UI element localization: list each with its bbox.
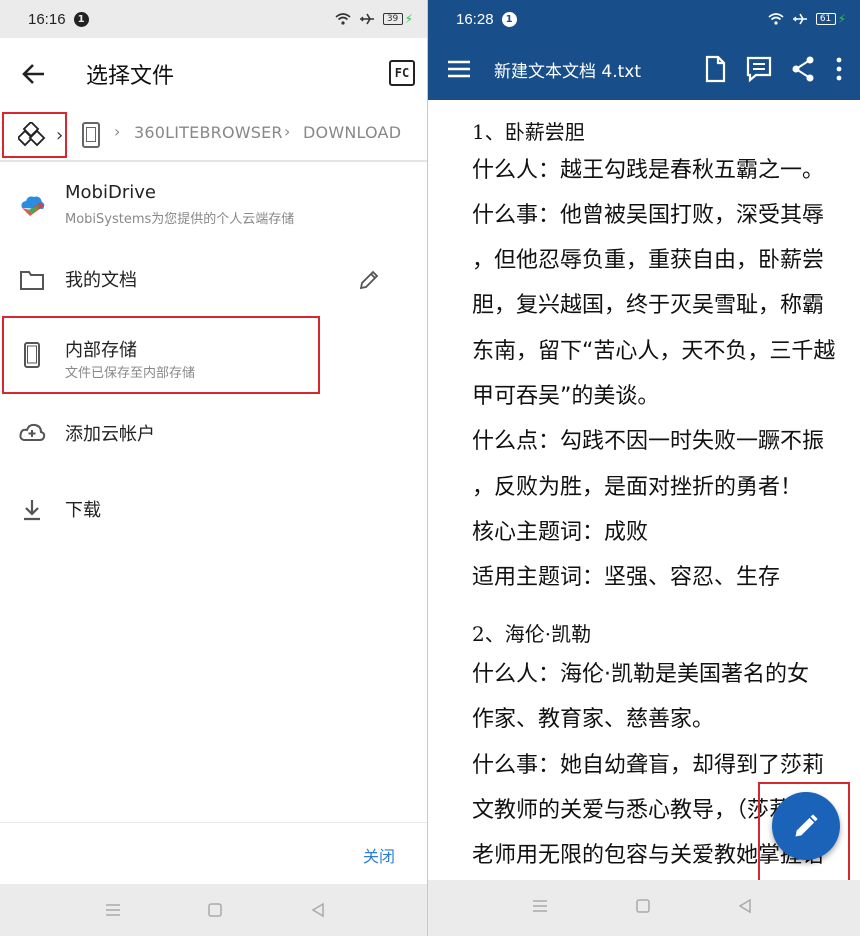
charging-icon: ⚡ [837,12,846,26]
doc-line: 1、卧薪尝胆 [472,120,585,144]
breadcrumb: › › 360LITEBROWSER › DOWNLOAD [0,110,427,162]
doc-line: 适用主题词：坚强、容忍、生存 [472,565,781,590]
back-nav-icon[interactable] [736,897,754,915]
close-button[interactable]: 关闭 [363,843,395,867]
status-icons: 39 ⚡ [335,12,413,26]
list-item-my-documents[interactable]: 我的文档 [0,244,427,314]
doc-line: 东南，留下“苦心人，天不负，三千越 [472,339,836,364]
document-title: 新建文本文档 4.txt [494,62,642,82]
notification-badge: 1 [73,11,89,27]
screenshot-pair: 16:16 1 39 ⚡ 选择文件 FC › › 360LITEBROWSER … [0,0,860,936]
system-nav-bar [428,880,860,936]
list-item-title: 下载 [65,500,101,521]
document-content: 1、卧薪尝胆 什么人：越王勾践是春秋五霸之一。 什么事：他曾被吴国打败，深受其辱… [428,100,860,880]
menu-nav-icon[interactable] [531,897,549,915]
chevron-right-icon: › [284,122,291,141]
menu-nav-icon[interactable] [104,901,122,919]
list-item-add-cloud-account[interactable]: 添加云帐户 [0,398,427,468]
status-bar: 16:16 1 39 ⚡ [0,0,427,38]
list-item-internal-storage[interactable]: 内部存储 文件已保存至内部存储 [0,320,427,390]
list-item-title: 我的文档 [65,270,137,291]
airplane-icon [792,13,807,25]
root-cubes-icon [18,122,46,147]
more-options-icon[interactable] [832,54,846,84]
airplane-icon [359,13,374,25]
list-item-title: 内部存储 [65,340,137,361]
list-item-subtitle: 文件已保存至内部存储 [65,366,196,381]
system-nav-bar [0,884,427,936]
notes-icon[interactable] [744,54,774,84]
notification-badge: 1 [501,11,517,27]
app-bar: 选择文件 FC [0,38,427,108]
doc-line: 什么事：她自幼聋盲，却得到了莎莉 [472,753,825,778]
toolbar-actions [700,54,846,84]
app-bar: 新建文本文档 4.txt [428,38,860,100]
doc-line: 什么人：越王勾践是春秋五霸之一。 [472,158,825,183]
list-item-title: MobiDrive [65,182,156,203]
doc-line: 甲可吞吴”的美谈。 [472,384,660,409]
battery-icon: 39 [382,13,403,25]
doc-line: 什么人：海伦·凯勒是美国著名的女 [472,662,809,687]
page-title: 选择文件 [86,64,175,89]
cloud-icon [21,196,45,216]
breadcrumb-item[interactable]: DOWNLOAD [303,123,401,142]
wifi-icon [335,13,351,25]
share-icon[interactable] [788,54,818,84]
text-viewer-screen: 16:28 1 61 ⚡ 新建文本文档 4.txt 1、卧薪尝胆 什么人：越王勾… [428,0,860,936]
back-arrow-icon[interactable] [18,58,50,90]
home-nav-icon[interactable] [206,901,224,919]
status-bar: 16:28 1 61 ⚡ [428,0,860,38]
doc-line: 胆，复兴越国，终于灭吴雪耻，称霸 [472,293,825,318]
doc-line: 什么点：勾践不因一时失败一蹶不振 [472,429,825,454]
highlight-box [758,782,850,882]
hamburger-menu-icon[interactable] [446,56,472,82]
doc-line: 作家、教育家、慈善家。 [472,707,715,732]
list-item-title: 添加云帐户 [65,424,155,445]
file-commander-icon[interactable]: FC [389,60,415,86]
chevron-right-icon: › [56,125,64,146]
status-time: 16:16 [28,10,66,28]
list-item-downloads[interactable]: 下载 [0,476,427,546]
chevron-right-icon: › [114,122,121,141]
back-nav-icon[interactable] [309,901,327,919]
phone-icon [24,342,40,368]
edit-pencil-icon[interactable] [357,268,381,292]
cloud-add-icon [19,423,46,441]
doc-line: 2、海伦·凯勒 [472,622,592,646]
home-nav-icon[interactable] [634,897,652,915]
folder-icon [20,271,44,290]
document-icon[interactable] [700,54,730,84]
file-picker-screen: 16:16 1 39 ⚡ 选择文件 FC › › 360LITEBROWSER … [0,0,427,936]
list-item-mobidrive[interactable]: MobiDrive MobiSystems为您提供的个人云端存储 [0,172,427,242]
status-time: 16:28 [456,10,494,28]
charging-icon: ⚡ [404,12,413,26]
dialog-footer: 关闭 [0,822,427,884]
list-item-subtitle: MobiSystems为您提供的个人云端存储 [65,212,295,227]
doc-line: 核心主题词：成败 [472,520,649,545]
phone-icon[interactable] [82,122,100,148]
download-icon [24,500,40,521]
battery-icon: 61 [815,13,836,25]
doc-line: 什么事：他曾被吴国打败，深受其辱 [472,203,825,228]
breadcrumb-item[interactable]: 360LITEBROWSER [134,123,283,142]
status-icons: 61 ⚡ [768,12,846,26]
breadcrumb-root[interactable]: › [2,112,67,158]
wifi-icon [768,13,784,25]
doc-line: ，但他忍辱负重，重获自由，卧薪尝 [472,248,825,273]
doc-line: ，反败为胜，是面对挫折的勇者！ [472,475,803,500]
